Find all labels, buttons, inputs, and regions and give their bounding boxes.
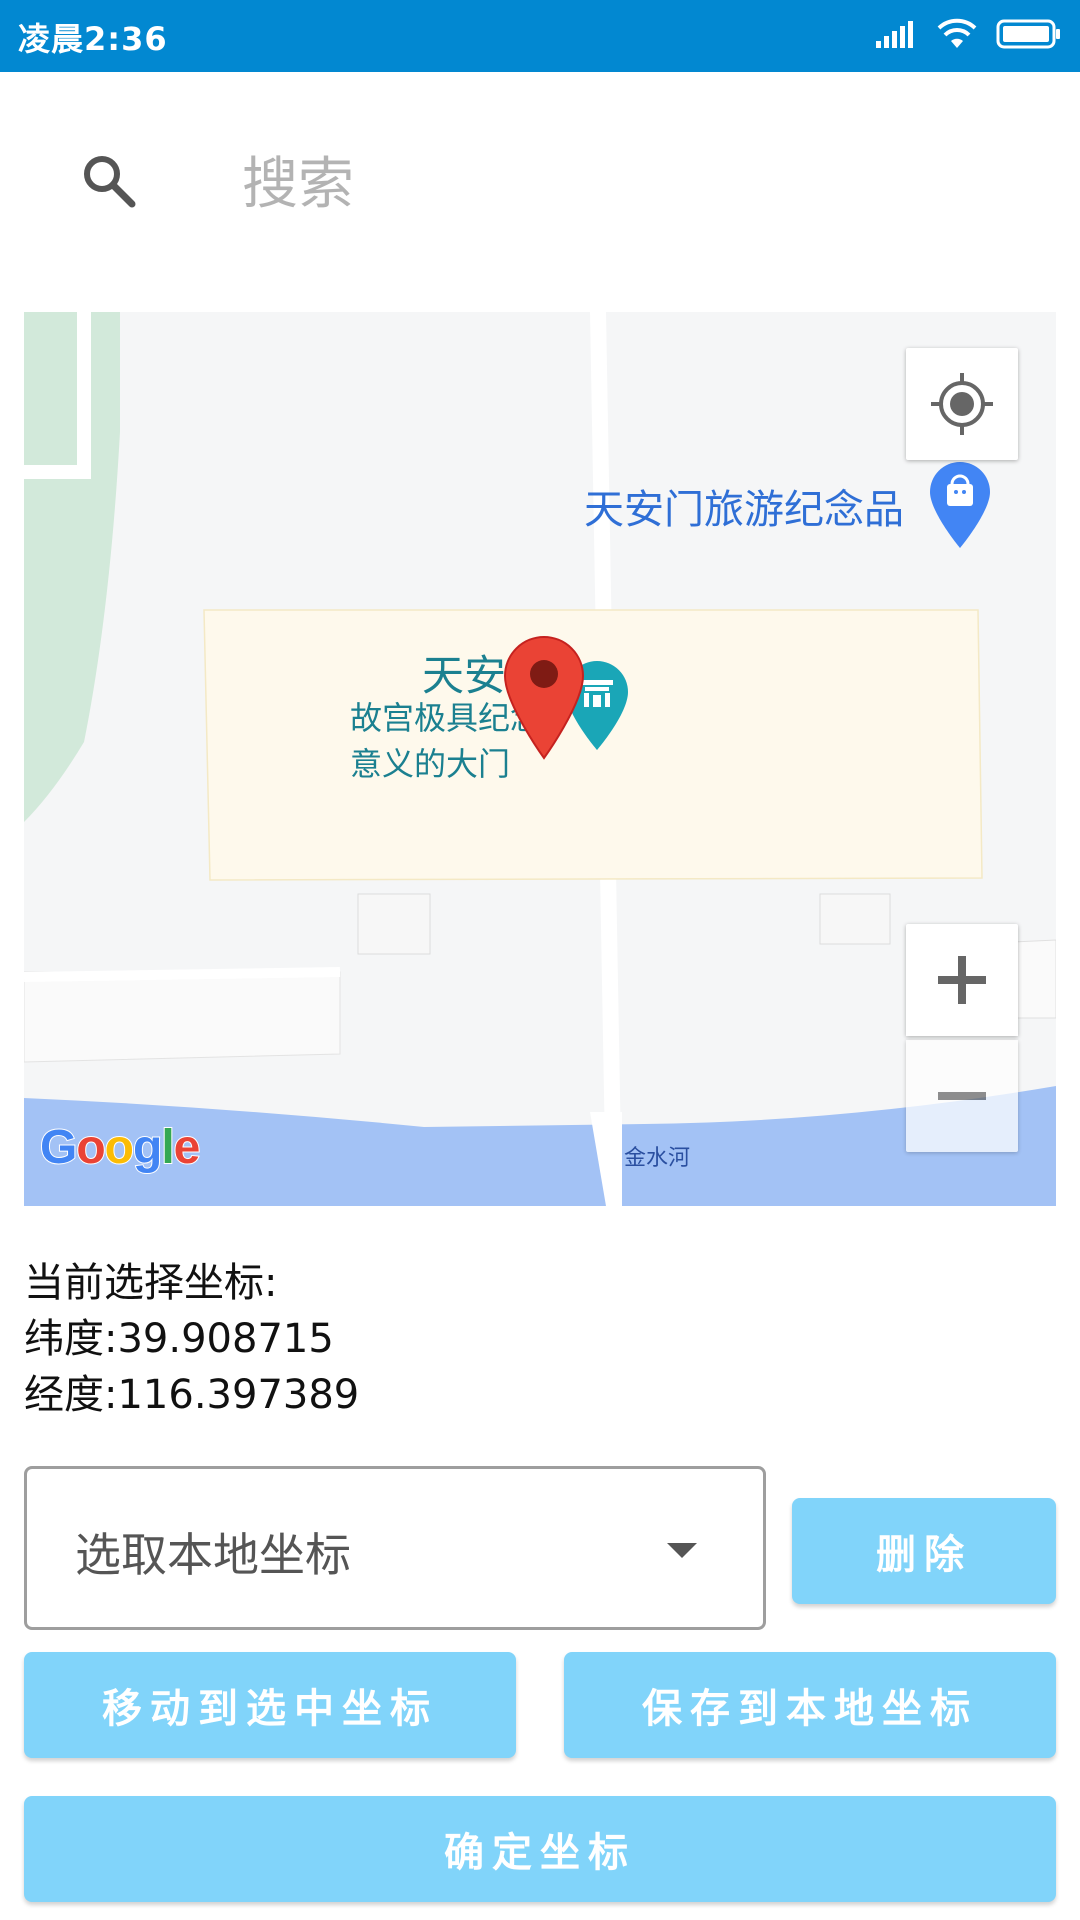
longitude-row: 经度:116.397389	[24, 1367, 359, 1423]
google-logo-letter: l	[160, 1120, 175, 1175]
local-coordinate-select[interactable]: 选取本地坐标	[24, 1466, 766, 1630]
map-poi-shop-label[interactable]: 天安门旅游纪念品	[584, 477, 904, 535]
zoom-in-button[interactable]	[906, 924, 1018, 1036]
google-logo-letter: e	[173, 1120, 202, 1175]
google-logo: Google	[39, 1120, 202, 1175]
longitude-value: 116.397389	[117, 1372, 360, 1418]
map-poi-gate-title[interactable]: 天安	[422, 642, 506, 703]
my-location-icon	[931, 373, 993, 435]
shopping-bag-icon[interactable]	[928, 460, 992, 550]
signal-icon	[876, 21, 913, 48]
search-icon[interactable]	[78, 150, 138, 210]
select-value: 选取本地坐标	[75, 1528, 351, 1582]
save-local-button[interactable]: 保存到本地坐标	[564, 1652, 1056, 1758]
map-view[interactable]: 天安门旅游纪念品 天安 故宫极具纪念 意义的大门 金水河 Google	[24, 312, 1056, 1206]
google-logo-letter: G	[39, 1120, 78, 1175]
zoom-out-button[interactable]	[906, 1040, 1018, 1152]
plus-icon	[938, 956, 986, 1004]
longitude-label: 经度:	[24, 1372, 118, 1418]
location-marker-icon[interactable]	[502, 634, 586, 760]
google-logo-letter: o	[75, 1120, 106, 1175]
status-bar: 凌晨2:36	[0, 0, 1080, 72]
wifi-icon	[937, 18, 977, 48]
latitude-label: 纬度:	[24, 1316, 118, 1362]
search-bar	[0, 110, 1080, 260]
my-location-button[interactable]	[906, 348, 1018, 460]
google-logo-letter: o	[104, 1120, 135, 1175]
status-icons	[874, 18, 1062, 50]
map-river-label: 金水河	[624, 1146, 691, 1171]
battery-icon	[996, 19, 1060, 49]
latitude-value: 39.908715	[117, 1316, 334, 1362]
move-to-selected-button[interactable]: 移动到选中坐标	[24, 1652, 516, 1758]
coordinates-panel: 当前选择坐标: 纬度:39.908715 经度:116.397389	[24, 1255, 359, 1423]
delete-button[interactable]: 删除	[792, 1498, 1056, 1604]
dropdown-arrow-icon	[667, 1543, 697, 1558]
google-logo-letter: g	[132, 1120, 163, 1175]
search-input[interactable]	[240, 148, 944, 220]
coordinates-heading: 当前选择坐标:	[24, 1260, 278, 1306]
confirm-coordinate-button[interactable]: 确定坐标	[24, 1796, 1056, 1902]
latitude-row: 纬度:39.908715	[24, 1311, 359, 1367]
minus-icon	[938, 1092, 986, 1100]
status-time: 凌晨2:36	[18, 20, 168, 58]
